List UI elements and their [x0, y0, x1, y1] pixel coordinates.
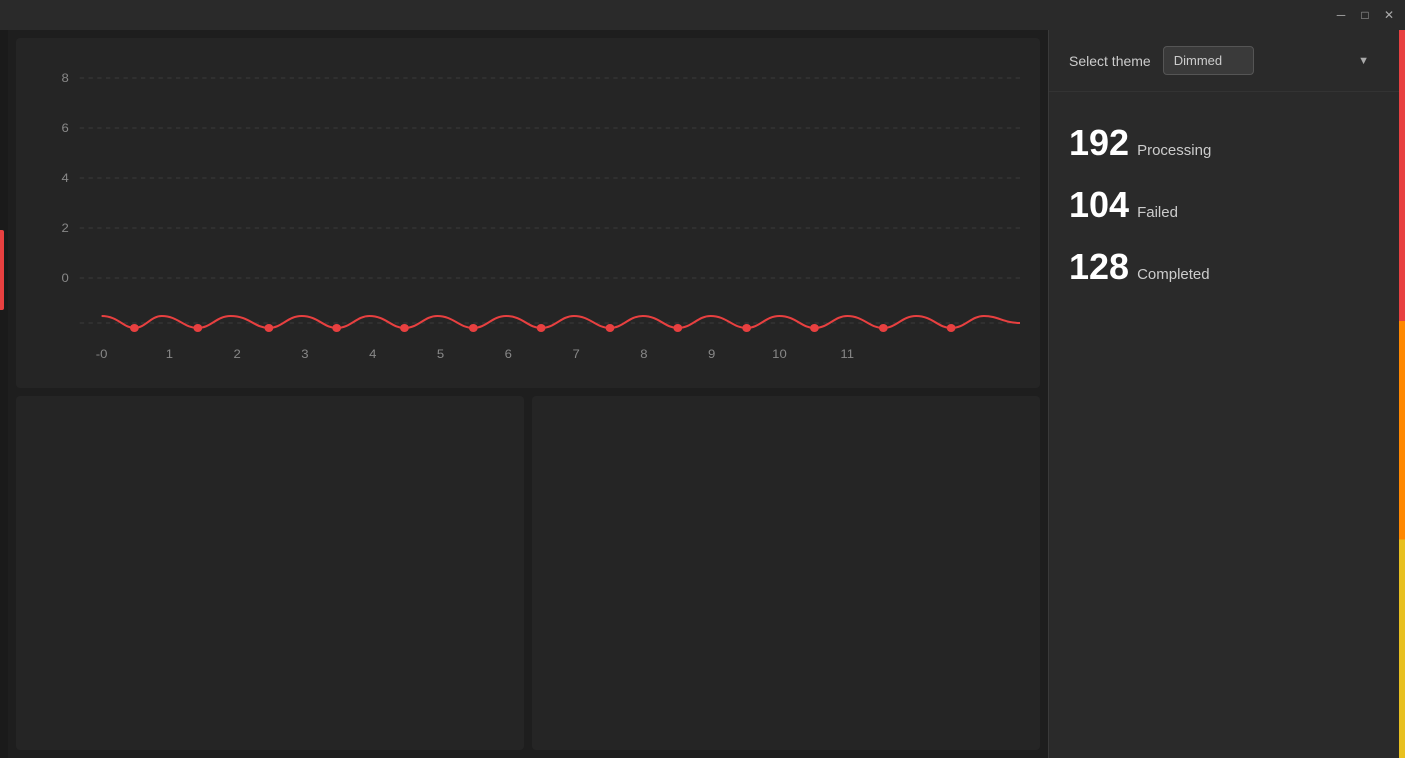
- right-accent-bar: [1399, 30, 1405, 758]
- bottom-panel-left: [16, 396, 524, 750]
- completed-number: 128: [1069, 246, 1129, 288]
- svg-text:-0: -0: [96, 348, 108, 361]
- svg-text:5: 5: [437, 348, 444, 361]
- bottom-panel-right: [532, 396, 1040, 750]
- sidebar-accent: [0, 230, 4, 310]
- svg-text:4: 4: [61, 172, 68, 185]
- failed-number: 104: [1069, 184, 1129, 226]
- theme-label: Select theme: [1069, 53, 1151, 69]
- svg-text:11: 11: [840, 348, 854, 361]
- failed-label: Failed: [1137, 204, 1178, 221]
- svg-text:3: 3: [301, 348, 308, 361]
- svg-text:2: 2: [234, 348, 241, 361]
- processing-stat: 192 Processing: [1069, 122, 1379, 164]
- left-sidebar: [0, 30, 8, 758]
- svg-text:1: 1: [166, 348, 173, 361]
- chevron-down-icon: ▼: [1358, 55, 1369, 67]
- svg-text:2: 2: [61, 222, 68, 235]
- svg-text:0: 0: [61, 272, 68, 285]
- svg-text:8: 8: [61, 72, 68, 85]
- svg-text:7: 7: [572, 348, 579, 361]
- close-button[interactable]: ✕: [1381, 7, 1397, 23]
- svg-text:6: 6: [505, 348, 512, 361]
- bottom-panels: [16, 396, 1040, 750]
- svg-text:9: 9: [708, 348, 715, 361]
- failed-stat: 104 Failed: [1069, 184, 1379, 226]
- theme-select-wrapper: Dimmed Dark Light ▼: [1163, 46, 1379, 75]
- processing-label: Processing: [1137, 142, 1211, 159]
- maximize-button[interactable]: □: [1357, 7, 1373, 23]
- svg-text:10: 10: [772, 348, 787, 361]
- minimize-button[interactable]: ─: [1333, 7, 1349, 23]
- theme-selector-row: Select theme Dimmed Dark Light ▼: [1049, 30, 1399, 92]
- content-area: 8 6 4 2 0: [8, 30, 1048, 758]
- completed-stat: 128 Completed: [1069, 246, 1379, 288]
- chart-area: 8 6 4 2 0: [36, 58, 1020, 378]
- processing-number: 192: [1069, 122, 1129, 164]
- chart-svg: 8 6 4 2 0: [36, 58, 1020, 378]
- theme-select[interactable]: Dimmed Dark Light: [1163, 46, 1254, 75]
- chart-panel: 8 6 4 2 0: [16, 38, 1040, 388]
- svg-text:4: 4: [369, 348, 376, 361]
- svg-text:6: 6: [61, 122, 68, 135]
- right-sidebar: Select theme Dimmed Dark Light ▼ 192 Pro…: [1049, 30, 1399, 758]
- stats-area: 192 Processing 104 Failed 128 Completed: [1049, 92, 1399, 318]
- svg-text:8: 8: [640, 348, 647, 361]
- titlebar-controls: ─ □ ✕: [1333, 7, 1397, 23]
- main-container: 8 6 4 2 0: [0, 30, 1405, 758]
- titlebar: ─ □ ✕: [0, 0, 1405, 30]
- completed-label: Completed: [1137, 266, 1210, 283]
